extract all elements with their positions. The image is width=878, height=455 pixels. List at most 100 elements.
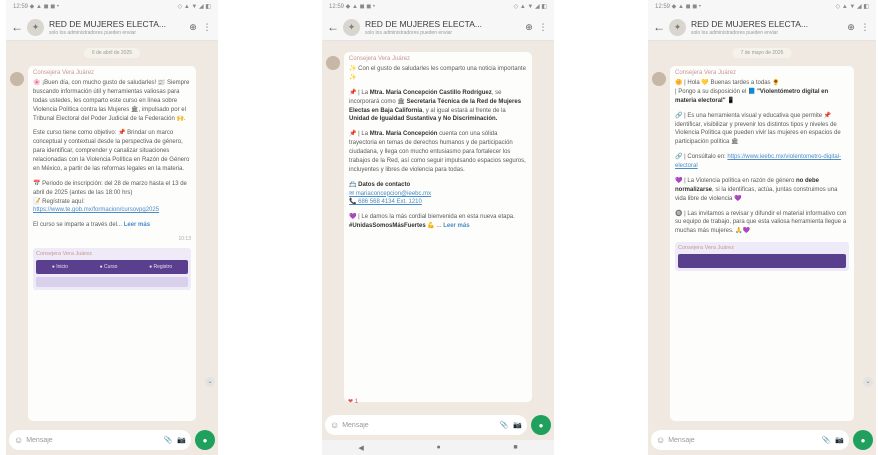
status-right: ◇ ▲ ▼ ◢ ◧ <box>513 4 547 10</box>
emoji-icon[interactable]: ☺ <box>14 435 23 445</box>
nav-recents-icon[interactable]: ■ <box>513 444 517 451</box>
message-paragraph: Este curso tiene como objetivo: 📌 Brinda… <box>33 130 190 172</box>
bold-name: Mtra. María Concepción <box>369 131 438 138</box>
message-paragraph: 📌 | La Mtra. María Concepción cuenta con… <box>349 130 527 174</box>
text-fragment: 📌 | La <box>349 89 370 96</box>
read-more-link[interactable]: Leer más <box>124 222 150 228</box>
microphone-icon[interactable]: ● <box>195 430 215 450</box>
sender-avatar[interactable] <box>326 56 340 70</box>
attach-icon[interactable]: 📎 <box>500 421 509 429</box>
android-nav-bar: ◀ ● ■ <box>322 440 554 455</box>
more-options-icon[interactable]: ⋮ <box>858 22 872 33</box>
forwarded-card[interactable]: Consejera Vera Juárez ● Inicio ● Curso ●… <box>33 248 191 291</box>
group-title[interactable]: RED DE MUJERES ELECTA... solo los admini… <box>49 19 186 36</box>
text-fragment: 🔗 | Consúltalo en: <box>675 154 728 161</box>
camera-icon[interactable]: 📷 <box>835 436 844 444</box>
hashtag[interactable]: #UnidasSomosMásFuertes <box>349 223 426 229</box>
chat-header: ← ✦ RED DE MUJERES ELECTA... solo los ad… <box>648 14 876 41</box>
attach-icon[interactable]: 📎 <box>164 436 173 444</box>
add-call-icon[interactable]: ⊕ <box>522 22 536 33</box>
contact-phone[interactable]: 📞 686 568 4134 Ext. 1210 <box>349 199 422 205</box>
group-title[interactable]: RED DE MUJERES ELECTA... solo los admini… <box>691 19 844 36</box>
message-bubble[interactable]: Consejera Vera Juárez 🌸 ¡Buen día, con m… <box>28 66 196 421</box>
message-sender[interactable]: Consejera Vera Juárez <box>33 70 191 76</box>
chat-area[interactable]: 7 de mayo de 2025 Consejera Vera Juárez … <box>648 42 876 425</box>
back-arrow-icon[interactable]: ← <box>10 20 24 34</box>
message-paragraph: 🔗 | Consúltalo en: https://www.ieebc.mx/… <box>675 153 849 171</box>
status-bar: 12:59 ◆ ▲ ◼ ◼ • ◇ ▲ ▼ ◢ ◧ <box>322 0 554 14</box>
emoji-icon[interactable]: ☺ <box>330 420 339 430</box>
sender-avatar[interactable] <box>652 72 666 86</box>
microphone-icon[interactable]: ● <box>531 415 551 435</box>
message-sender[interactable]: Consejera Vera Juárez <box>349 56 527 62</box>
forwarded-card[interactable]: Consejera Vera Juárez <box>675 242 849 272</box>
card-banner[interactable]: ● Inicio ● Curso ● Registro <box>36 260 188 275</box>
nav-back-icon[interactable]: ◀ <box>358 444 363 452</box>
card-button[interactable]: ● Inicio <box>52 264 68 270</box>
sender-avatar[interactable] <box>10 72 24 86</box>
group-title[interactable]: RED DE MUJERES ELECTA... solo los admini… <box>365 19 522 36</box>
group-avatar[interactable]: ✦ <box>669 18 686 36</box>
message-bubble[interactable]: Consejera Vera Juárez 🌼 | Hola 💛 Buenas … <box>670 66 854 421</box>
contact-email[interactable]: ✉ mariaconcepcion@ieebc.mx <box>349 191 431 197</box>
chat-area[interactable]: 6 de abril de 2025 Consejera Vera Juárez… <box>6 42 218 425</box>
message-bubble[interactable]: Consejera Vera Juárez ✨ Con el gusto de … <box>344 52 532 402</box>
phone-screen-3: 12:59 ◆ ▲ ◼ ◼ • ◇ ▲ ▼ ◢ ◧ ← ✦ RED DE MUJ… <box>648 0 876 455</box>
message-input-box[interactable]: ☺ 📎 📷 <box>9 430 191 450</box>
attach-icon[interactable]: 📎 <box>822 436 831 444</box>
group-avatar[interactable]: ✦ <box>343 18 360 36</box>
group-name: RED DE MUJERES ELECTA... <box>691 18 808 29</box>
text-fragment: , y al igual estará al frente de la <box>422 107 506 114</box>
back-arrow-icon[interactable]: ← <box>326 20 340 34</box>
input-bar: ☺ 📎 📷 ● <box>322 410 554 440</box>
camera-icon[interactable]: 📷 <box>513 421 522 429</box>
register-link[interactable]: https://www.te.gob.mx/formacion/cursovpg… <box>33 207 159 213</box>
heart-reaction[interactable]: ❤ 1 <box>348 398 358 405</box>
input-bar: ☺ 📎 📷 ● <box>648 425 876 455</box>
register-label: 📝 Regístrate aquí: <box>33 198 85 205</box>
more-options-icon[interactable]: ⋮ <box>536 22 550 33</box>
card-button[interactable]: ● Registro <box>149 264 172 270</box>
contact-title: 📇 Datos de contacto <box>349 181 411 188</box>
status-right: ◇ ▲ ▼ ◢ ◧ <box>177 4 211 10</box>
card-banner[interactable] <box>678 254 846 269</box>
text-fragment: 📌 | La <box>349 131 370 138</box>
contact-block: 📇 Datos de contacto ✉ mariaconcepcion@ie… <box>349 181 527 208</box>
group-avatar[interactable]: ✦ <box>27 18 44 36</box>
back-arrow-icon[interactable]: ← <box>652 20 666 34</box>
message-input-box[interactable]: ☺ 📎 📷 <box>325 415 527 435</box>
scroll-down-icon[interactable]: ⌄ <box>863 377 873 387</box>
more-options-icon[interactable]: ⋮ <box>200 22 214 33</box>
input-bar: ☺ 📎 📷 ● <box>6 425 218 455</box>
message-text: 🌼 | Hola 💛 Buenas tardes a todas 🌻 | Pon… <box>675 79 849 236</box>
message-input[interactable] <box>668 436 817 444</box>
status-right: ◇ ▲ ▼ ◢ ◧ <box>835 4 869 10</box>
group-name: RED DE MUJERES ELECTA... <box>49 18 166 29</box>
microphone-icon[interactable]: ● <box>853 430 873 450</box>
text-fragment: 📱 <box>725 97 735 104</box>
message-sender[interactable]: Consejera Vera Juárez <box>675 70 849 76</box>
message-input-box[interactable]: ☺ 📎 📷 <box>651 430 849 450</box>
chat-area[interactable]: Consejera Vera Juárez ✨ Con el gusto de … <box>322 42 554 410</box>
closing-text: El curso se imparte a través del... <box>33 222 123 229</box>
bold-unit: Unidad de Igualdad Sustantiva y No Discr… <box>349 116 498 123</box>
card-button[interactable]: ● Curso <box>100 264 118 270</box>
emoji-icon[interactable]: ☺ <box>656 435 665 445</box>
bold-name: Mtra. María Concepción Castillo Rodrígue… <box>369 89 492 96</box>
phone-screen-1: 12:59 ◆ ▲ ◼ ◼ • ◇ ▲ ▼ ◢ ◧ ← ✦ RED DE MUJ… <box>6 0 218 455</box>
add-call-icon[interactable]: ⊕ <box>844 22 858 33</box>
message-input[interactable] <box>26 436 159 444</box>
message-paragraph: El curso se imparte a través del... Leer… <box>33 221 191 230</box>
registration-period: 📅 Periodo de inscripción: del 28 de marz… <box>33 180 187 196</box>
read-more-link[interactable]: Leer más <box>443 223 469 229</box>
text-fragment: 🌼 | Hola 💛 Buenas tardes a todas 🌻 <box>675 80 780 86</box>
add-call-icon[interactable]: ⊕ <box>186 22 200 33</box>
nav-home-icon[interactable]: ● <box>436 444 440 451</box>
message-paragraph: 📌 | La Mtra. María Concepción Castillo R… <box>349 89 527 125</box>
message-input[interactable] <box>342 421 495 429</box>
scroll-down-icon[interactable]: ⌄ <box>205 377 215 387</box>
text-fragment: cuenta con una sólida trayectoria en tem… <box>349 131 526 173</box>
camera-icon[interactable]: 📷 <box>177 436 186 444</box>
phone-screen-2: 12:59 ◆ ▲ ◼ ◼ • ◇ ▲ ▼ ◢ ◧ ← ✦ RED DE MUJ… <box>322 0 554 455</box>
group-subtitle: solo los administradores pueden enviar <box>691 29 778 36</box>
